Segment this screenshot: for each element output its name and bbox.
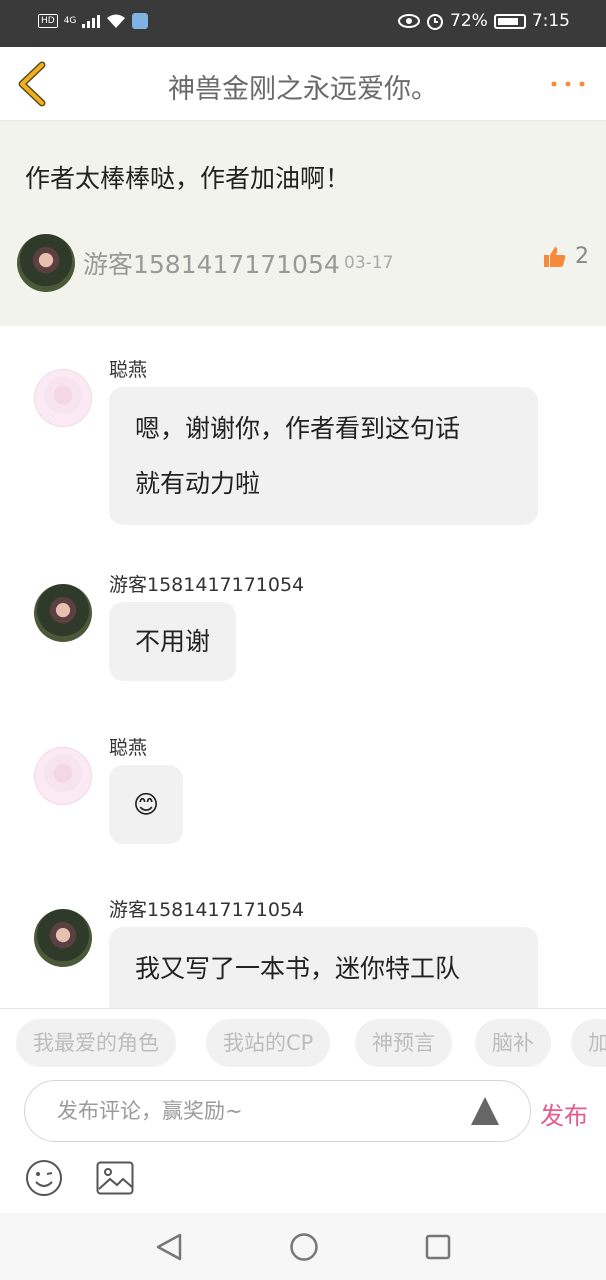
reply-bubble: 不用谢 xyxy=(109,602,237,681)
reply-text-line: 嗯，谢谢你，作者看到这句话 xyxy=(135,414,461,443)
like-button[interactable]: 2 xyxy=(543,244,589,269)
reply-bubble: 嗯，谢谢你，作者看到这句话 就有动力啦 xyxy=(109,387,538,525)
alarm-icon xyxy=(427,14,444,30)
emoji-icon[interactable] xyxy=(25,1159,63,1197)
thumbs-up-icon xyxy=(544,246,566,267)
comment-author[interactable]: 游客1581417171054 xyxy=(83,245,340,281)
topic-tag[interactable]: 加 xyxy=(571,1019,606,1067)
reply-bubble: 😊 xyxy=(109,765,184,844)
avatar[interactable] xyxy=(34,909,92,967)
reply-author[interactable]: 游客1581417171054 xyxy=(109,570,304,597)
clock: 7:15 xyxy=(531,11,570,31)
page-title: 神兽金刚之永远爱你。 xyxy=(168,74,438,105)
status-right: 72% 7:15 xyxy=(398,11,570,31)
comment-date: 03-17 xyxy=(344,253,394,273)
network-type: 4G xyxy=(63,16,77,26)
topic-tag[interactable]: 我站的CP xyxy=(206,1019,331,1067)
reply-text-line: 不用谢 xyxy=(135,627,211,656)
system-nav-bar xyxy=(0,1213,606,1280)
nav-home-icon[interactable] xyxy=(289,1232,319,1262)
topic-tag[interactable]: 神预言 xyxy=(355,1019,452,1067)
composer-tools xyxy=(0,1142,606,1213)
signal-icon xyxy=(82,14,101,28)
reply-bubble: 我又写了一本书，迷你特工队 xyxy=(109,927,538,1008)
reply-author[interactable]: 聪燕 xyxy=(109,733,147,760)
battery-icon xyxy=(493,13,526,29)
hd-indicator: HD xyxy=(38,14,58,28)
app-notification-icon xyxy=(132,13,149,29)
avatar[interactable] xyxy=(34,369,92,427)
reply-author[interactable]: 游客1581417171054 xyxy=(109,895,304,922)
nav-back-icon[interactable] xyxy=(155,1232,183,1262)
reply-text-line: 我又写了一本书，迷你特工队 xyxy=(135,954,461,983)
topic-tag[interactable]: 脑补 xyxy=(475,1019,551,1067)
eye-icon xyxy=(398,14,421,28)
avatar[interactable] xyxy=(34,747,92,805)
topic-tag[interactable]: 我最爱的角色 xyxy=(16,1019,176,1067)
avatar[interactable] xyxy=(17,234,75,292)
reply-author[interactable]: 聪燕 xyxy=(109,355,147,382)
avatar[interactable] xyxy=(34,584,92,642)
battery-percent: 72% xyxy=(450,11,488,31)
status-left: HD 4G xyxy=(38,13,149,29)
publish-button[interactable]: 发布 xyxy=(540,1096,588,1131)
top-navigation: 神兽金刚之永远爱你。 xyxy=(0,47,606,121)
nav-recent-icon[interactable] xyxy=(425,1234,451,1260)
comment-composer: 发布 xyxy=(0,1080,606,1142)
topic-tags-bar: 我最爱的角色 我站的CP 神预言 脑补 加 xyxy=(0,1008,606,1080)
image-icon[interactable] xyxy=(96,1161,134,1195)
main-comment: 作者太棒棒哒，作者加油啊！ xyxy=(0,121,606,326)
reply-text-line: 就有动力啦 xyxy=(135,469,261,498)
comment-input[interactable] xyxy=(24,1080,531,1142)
wifi-icon xyxy=(107,14,126,28)
reply-item: 游客1581417171054 我又写了一本书，迷你特工队 xyxy=(0,895,606,1008)
send-arrow-icon[interactable] xyxy=(470,1096,500,1126)
comment-text: 作者太棒棒哒，作者加油啊！ xyxy=(25,164,351,193)
like-count: 2 xyxy=(575,244,589,269)
back-arrow-icon[interactable] xyxy=(14,61,54,107)
status-bar: HD 4G 72% 7:15 xyxy=(0,0,606,47)
more-icon[interactable] xyxy=(548,67,588,97)
smile-emoji: 😊 xyxy=(133,790,160,819)
